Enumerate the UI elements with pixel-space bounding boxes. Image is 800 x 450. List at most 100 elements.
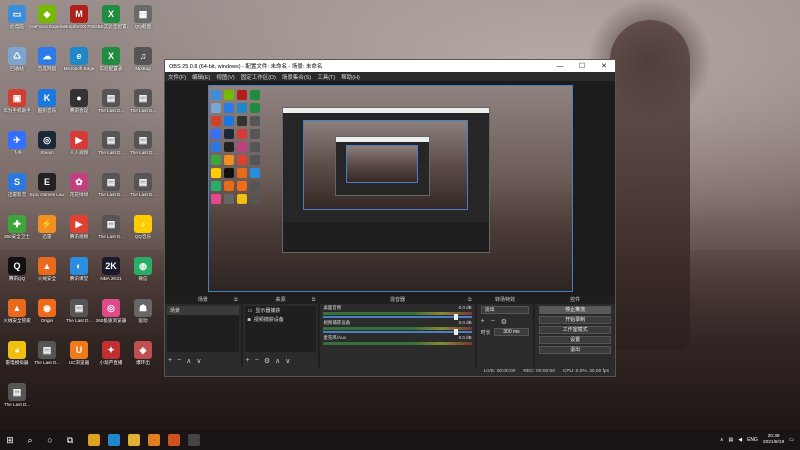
clock[interactable]: 20:39 2021/8/19 <box>763 434 784 446</box>
desktop-icon[interactable]: ♪ QQ音乐 <box>126 215 160 240</box>
volume-icon[interactable]: ◀ <box>738 437 742 443</box>
network-icon[interactable]: ▤ <box>728 437 733 443</box>
exit-button[interactable]: 退出 <box>539 346 611 354</box>
desktop-icon[interactable]: X 实验配置表 <box>94 47 128 72</box>
menu-view[interactable]: 视图(V) <box>216 73 234 81</box>
dock-float-icon[interactable]: ⧉ <box>312 296 316 304</box>
transition-settings-gear-icon[interactable]: ⚙ <box>501 318 507 326</box>
desktop-icon[interactable]: ▲ 火绒安全 <box>30 257 64 282</box>
add-transition-icon[interactable]: + <box>481 318 485 326</box>
scene-item[interactable]: 场景 <box>167 306 239 315</box>
desktop-icon[interactable]: Q 腾讯QQ <box>0 257 34 282</box>
desktop-icon[interactable]: e Microsoft Edge <box>62 47 96 72</box>
desktop-icon[interactable]: S 迅雷影音 <box>0 173 34 198</box>
desktop-icon[interactable]: ▶ 腾讯视频 <box>62 215 96 240</box>
desktop-icon[interactable]: ⚡ 迅雷 <box>30 215 64 240</box>
desktop-icon[interactable]: ▤ The Last D... <box>126 173 160 198</box>
desktop-icon[interactable]: 2K NBA 2K21 <box>94 257 128 282</box>
menu-edit[interactable]: 编辑(E) <box>192 73 210 81</box>
menu-docks[interactable]: 固定工作区(D) <box>241 73 276 81</box>
desktop-icon[interactable]: ◐ 腾讯课堂 <box>62 257 96 282</box>
move-up-icon[interactable]: ∧ <box>275 357 280 365</box>
menu-tools[interactable]: 工具(T) <box>317 73 335 81</box>
desktop-icon[interactable]: ◎ Steam <box>30 131 64 156</box>
desktop-icon[interactable]: ▭ 此电脑 <box>0 5 34 30</box>
desktop-icon[interactable]: ▤ The Last D... <box>126 131 160 156</box>
close-button[interactable]: ✕ <box>593 62 615 70</box>
desktop-icon[interactable]: ▤ The Last D... <box>94 131 128 156</box>
menu-scene-collection[interactable]: 场景集合(S) <box>282 73 311 81</box>
desktop-icon[interactable]: ◍ 微信 <box>126 257 160 282</box>
source-item-display-capture[interactable]: ▭ 显示器捕获 <box>245 306 317 315</box>
transition-type-select[interactable]: 淡出 <box>480 306 530 314</box>
taskbar-app-obs[interactable] <box>188 434 200 446</box>
taskbar-app-app-red[interactable] <box>168 434 180 446</box>
cortana-icon[interactable]: ○ <box>40 430 60 450</box>
desktop-icon[interactable]: ◈ 爆环出 <box>126 341 160 366</box>
desktop-icon[interactable]: ▶ 人人视频 <box>62 131 96 156</box>
obs-preview-canvas[interactable] <box>208 85 573 292</box>
desktop-icon[interactable]: ▤ The Last D... <box>94 173 128 198</box>
move-up-icon[interactable]: ∧ <box>186 357 191 365</box>
desktop-icon[interactable]: ▲ 火绒安全管家 <box>0 299 34 324</box>
desktop-icon[interactable]: EEpic Games Launcher <box>30 173 64 198</box>
desktop-icon[interactable]: X OBS实验室配置表 <box>94 5 128 30</box>
remove-scene-icon[interactable]: − <box>177 357 181 365</box>
source-item-video-capture[interactable]: ◙ 视频捕获设备 <box>245 315 317 324</box>
add-source-icon[interactable]: + <box>246 357 250 365</box>
source-settings-gear-icon[interactable]: ⚙ <box>264 357 270 365</box>
settings-button[interactable]: 设置 <box>539 336 611 344</box>
desktop-icon[interactable]: ▦ QQ截图 <box>126 5 160 30</box>
desktop-icon[interactable]: ◆GeForce Experience <box>30 5 64 30</box>
remove-source-icon[interactable]: − <box>255 357 259 365</box>
dock-float-icon[interactable]: ⧉ <box>468 296 472 304</box>
desktop-icon[interactable]: ▤ The Last D... <box>62 299 96 324</box>
desktop-icon[interactable]: ♫ Mp3tag <box>126 47 160 72</box>
taskbar-app-chrome[interactable] <box>88 434 100 446</box>
notification-icon[interactable]: ▭ <box>789 437 794 443</box>
desktop-icon[interactable]: ◉ Origin <box>30 299 64 324</box>
desktop-icon[interactable]: ▤ The Last D... <box>94 215 128 240</box>
search-icon[interactable]: ⌕ <box>20 430 40 450</box>
taskbar-app-edge[interactable] <box>108 434 120 446</box>
move-down-icon[interactable]: ∨ <box>285 357 290 365</box>
desktop-icon[interactable]: ▤ The Last D... <box>126 89 160 114</box>
desktop-icon[interactable]: ✦ 小葫芦直播 <box>94 341 128 366</box>
add-scene-icon[interactable]: + <box>168 357 172 365</box>
dock-float-icon[interactable]: ⧉ <box>234 296 238 304</box>
desktop-icon[interactable]: ✿ 花花绿绿 <box>62 173 96 198</box>
language-indicator[interactable]: ENG <box>747 437 758 443</box>
volume-slider[interactable] <box>323 329 472 335</box>
maximize-button[interactable]: ☐ <box>571 62 593 70</box>
desktop-icon[interactable]: ☁ 百度网盘 <box>30 47 64 72</box>
start-recording-button[interactable]: 开始录制 <box>539 316 611 324</box>
task-view-icon[interactable]: ⧉ <box>60 430 80 450</box>
desktop-icon[interactable]: ♺ 回收站 <box>0 47 34 72</box>
desktop-icon[interactable]: ☗ 驱动 <box>126 299 160 324</box>
move-down-icon[interactable]: ∨ <box>196 357 201 365</box>
volume-slider[interactable] <box>323 314 472 320</box>
studio-mode-button[interactable]: 工作室模式 <box>539 326 611 334</box>
up-arrow-icon[interactable]: ∧ <box>720 437 724 443</box>
start-button[interactable]: ⊞ <box>0 430 20 450</box>
minimize-button[interactable]: — <box>549 63 571 70</box>
desktop-icon[interactable]: ▣ 华为手机助手 <box>0 89 34 114</box>
stop-streaming-button[interactable]: 停止推流 <box>539 306 611 314</box>
desktop-icon[interactable]: ▤ The Last D... <box>0 383 34 408</box>
duration-input[interactable]: 300 ms <box>493 328 530 336</box>
desktop-icon[interactable]: ● 腾讯会议 <box>62 89 96 114</box>
menu-file[interactable]: 文件(F) <box>168 73 186 81</box>
obs-titlebar[interactable]: OBS 25.0.8 (64-bit, windows) - 配置文件: 未命名… <box>165 60 615 72</box>
desktop-icon[interactable]: ✚ 360安全卫士 <box>0 215 34 240</box>
desktop-icon[interactable]: M MorphVOX Pro <box>62 5 96 30</box>
menu-help[interactable]: 帮助(H) <box>341 73 360 81</box>
desktop-icon[interactable]: ▤ The Last D... <box>94 89 128 114</box>
taskbar-app-explorer[interactable] <box>128 434 140 446</box>
taskbar-app-app-orange[interactable] <box>148 434 160 446</box>
desktop-icon[interactable]: ◎ 360极速浏览器 <box>94 299 128 324</box>
desktop-icon[interactable]: ▤ The Last D... <box>30 341 64 366</box>
desktop-icon[interactable]: U UC浏览器 <box>62 341 96 366</box>
desktop-icon[interactable]: ◕ 雷电模拟器 <box>0 341 34 366</box>
desktop-icon[interactable]: K 酷狗音乐 <box>30 89 64 114</box>
remove-transition-icon[interactable]: − <box>491 318 495 326</box>
